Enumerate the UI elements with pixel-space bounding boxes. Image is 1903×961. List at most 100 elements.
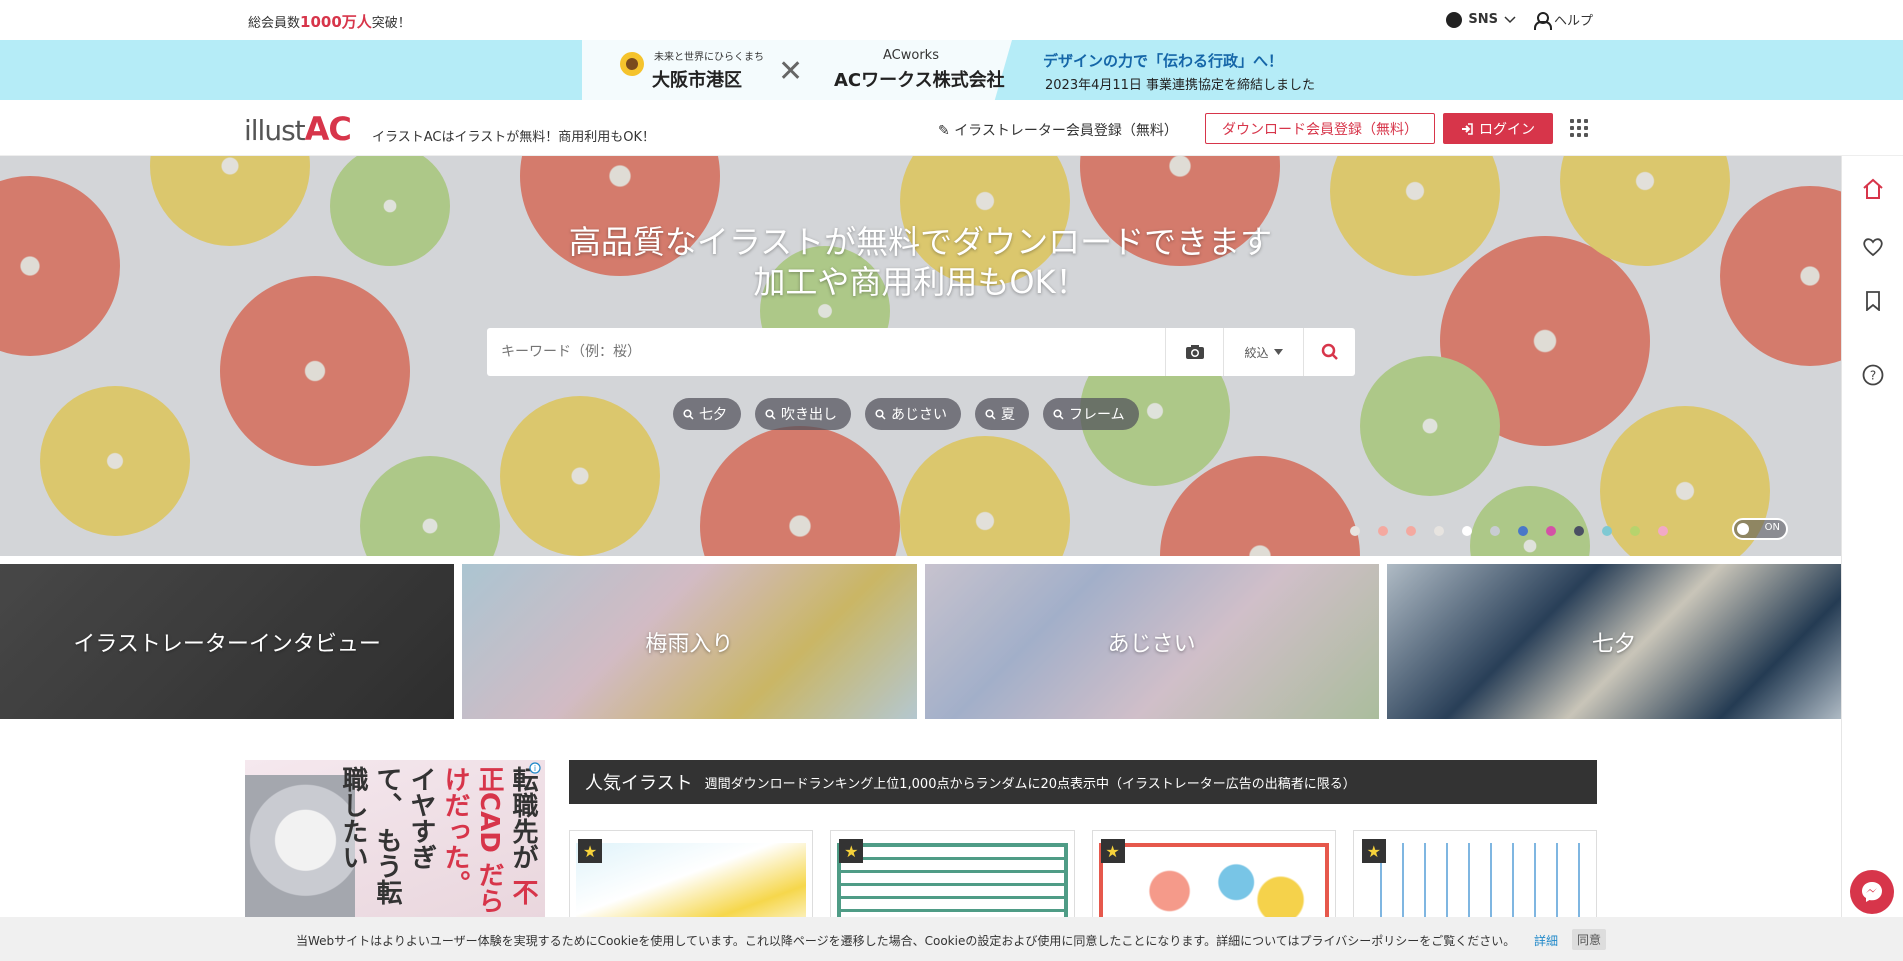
sns-icon — [1446, 11, 1463, 28]
favorites-button[interactable] — [1862, 236, 1884, 258]
home-icon — [1863, 178, 1883, 199]
ad-text-line1: 転職先が — [508, 766, 538, 870]
category-label: 七夕 — [1591, 631, 1636, 657]
popular-header: 人気イラスト 週間ダウンロードランキング上位1,000点からランダムに20点表示… — [569, 760, 1597, 804]
slider-dots — [1350, 526, 1668, 536]
sns-menu[interactable]: SNS — [1446, 10, 1516, 29]
hero-title-line1: 高品質なイラストが無料でダウンロードできます — [568, 223, 1273, 261]
ad-banner[interactable]: 転職先が 不正CAD だらけだった。 イヤすぎて、 もう転職したい i — [245, 760, 545, 920]
tag-chip[interactable]: フレーム — [1043, 398, 1139, 430]
search-input[interactable] — [487, 328, 1165, 376]
top-bar: 総会員数1000万人突破！ SNS ヘルプ — [0, 0, 1903, 40]
login-button[interactable]: ログイン — [1443, 113, 1553, 144]
cookie-agree-button[interactable]: 同意 — [1572, 929, 1607, 950]
tag-label: あじさい — [891, 407, 947, 423]
slider-dot[interactable] — [1434, 526, 1444, 536]
bookmark-icon — [1866, 291, 1880, 311]
tag-label: フレーム — [1069, 407, 1125, 423]
help-button[interactable]: ? — [1862, 364, 1884, 386]
site-header: illustAC イラストACはイラストが無料！商用利用もOK！ ✎ イラストレ… — [0, 100, 1903, 156]
slider-dot[interactable] — [1602, 526, 1612, 536]
slider-dot[interactable] — [1406, 526, 1416, 536]
slider-dot[interactable] — [1350, 526, 1360, 536]
tag-chip[interactable]: 七夕 — [673, 398, 741, 430]
logo-accent: AC — [304, 110, 352, 148]
slider-dot[interactable] — [1658, 526, 1668, 536]
caret-down-icon — [1273, 349, 1283, 355]
category-label: 梅雨入り — [645, 631, 734, 657]
suggested-tags: 七夕 吹き出し あじさい 夏 フレーム — [673, 398, 1139, 430]
member-count: 1000万人 — [300, 13, 372, 31]
category-tile[interactable]: あじさい — [924, 564, 1379, 719]
cookie-detail-link[interactable]: 詳細 — [1534, 932, 1558, 949]
banner-subline: 2023年4月11日 事業連携協定を締結しました — [1045, 78, 1316, 93]
slider-dot[interactable] — [1574, 526, 1584, 536]
svg-text:i: i — [534, 764, 536, 773]
illustrator-register-label: イラストレーター会員登録（無料） — [954, 123, 1178, 139]
autoplay-toggle[interactable]: ON — [1732, 518, 1788, 540]
slider-dot[interactable] — [1490, 526, 1500, 536]
site-logo[interactable]: illustAC — [244, 110, 352, 148]
help-link[interactable]: ヘルプ — [1533, 10, 1593, 30]
category-label: あじさい — [1107, 631, 1196, 657]
star-icon: ★ — [1361, 839, 1386, 863]
search-bar: 絞込 — [487, 328, 1355, 376]
camera-icon — [1185, 345, 1204, 359]
bookmark-button[interactable] — [1862, 290, 1884, 312]
tag-chip[interactable]: あじさい — [865, 398, 961, 430]
search-icon — [1053, 408, 1064, 420]
login-icon — [1462, 122, 1473, 135]
tag-chip[interactable]: 吹き出し — [755, 398, 851, 430]
search-button[interactable] — [1303, 328, 1355, 376]
tag-label: 七夕 — [699, 407, 727, 423]
star-icon: ★ — [1100, 839, 1125, 863]
messenger-icon — [1862, 882, 1882, 902]
category-tile[interactable]: 七夕 — [1386, 564, 1841, 719]
member-suffix: 突破！ — [371, 16, 411, 31]
chevron-down-icon — [1504, 15, 1516, 23]
slider-dot[interactable] — [1378, 526, 1388, 536]
brush-icon: ✎ — [938, 123, 950, 139]
slider-dot[interactable] — [1546, 526, 1556, 536]
adchoices-icon[interactable]: i — [529, 762, 541, 774]
search-icon — [985, 408, 996, 420]
sns-label: SNS — [1468, 12, 1498, 27]
tag-label: 吹き出し — [781, 407, 837, 423]
question-circle-icon: ? — [1862, 364, 1884, 386]
tag-label: 夏 — [1001, 407, 1015, 423]
ward-caption: 未来と世界にひらくまち — [654, 52, 764, 63]
tag-chip[interactable]: 夏 — [975, 398, 1029, 430]
star-icon: ★ — [578, 839, 602, 863]
category-tile[interactable]: 梅雨入り — [462, 564, 917, 719]
download-register-button[interactable]: ダウンロード会員登録（無料） — [1205, 113, 1435, 144]
popular-subtitle: 週間ダウンロードランキング上位1,000点からランダムに20点表示中（イラストレ… — [704, 776, 1356, 792]
banner-headline: デザインの力で「伝わる行政」へ！ — [1043, 52, 1284, 70]
heart-icon — [1863, 238, 1883, 257]
slider-dot[interactable] — [1462, 526, 1472, 536]
cookie-consent-bar: 当Webサイトはよりよいユーザー体験を実現するためにCookieを使用しています… — [0, 917, 1903, 961]
illustrator-register-link[interactable]: ✎ イラストレーター会員登録（無料） — [938, 120, 1178, 140]
slider-dot[interactable] — [1518, 526, 1528, 536]
announcement-banner[interactable]: 未来と世界にひらくまち 大阪市港区 ✕ ACworks ACワークス株式会社 デ… — [0, 40, 1903, 100]
slider-dot[interactable] — [1630, 526, 1640, 536]
popular-title: 人気イラスト — [585, 773, 693, 794]
site-tagline: イラストACはイラストが無料！商用利用もOK！ — [372, 130, 655, 145]
category-tile[interactable]: イラストレーターインタビュー — [0, 564, 455, 719]
filter-dropdown[interactable]: 絞込 — [1223, 328, 1303, 376]
category-label: イラストレーターインタビュー — [73, 631, 381, 657]
ad-text: 転職先が 不正CAD だらけだった。 イヤすぎて、 もう転職したい — [338, 766, 540, 916]
search-icon — [875, 408, 886, 420]
svg-text:?: ? — [1870, 369, 1876, 383]
help-label: ヘルプ — [1553, 14, 1593, 29]
acworks-logo: ACworks — [883, 48, 939, 63]
star-icon: ★ — [839, 839, 864, 863]
image-search-button[interactable] — [1165, 328, 1223, 376]
search-icon — [765, 408, 776, 420]
user-icon — [1533, 11, 1552, 30]
home-button[interactable] — [1862, 178, 1884, 200]
chat-button[interactable] — [1850, 870, 1894, 914]
apps-grid-icon[interactable] — [1570, 119, 1588, 137]
sunflower-icon — [620, 52, 644, 76]
filter-label: 絞込 — [1244, 345, 1269, 360]
category-tiles: イラストレーターインタビュー 梅雨入り あじさい 七夕 — [0, 564, 1841, 719]
